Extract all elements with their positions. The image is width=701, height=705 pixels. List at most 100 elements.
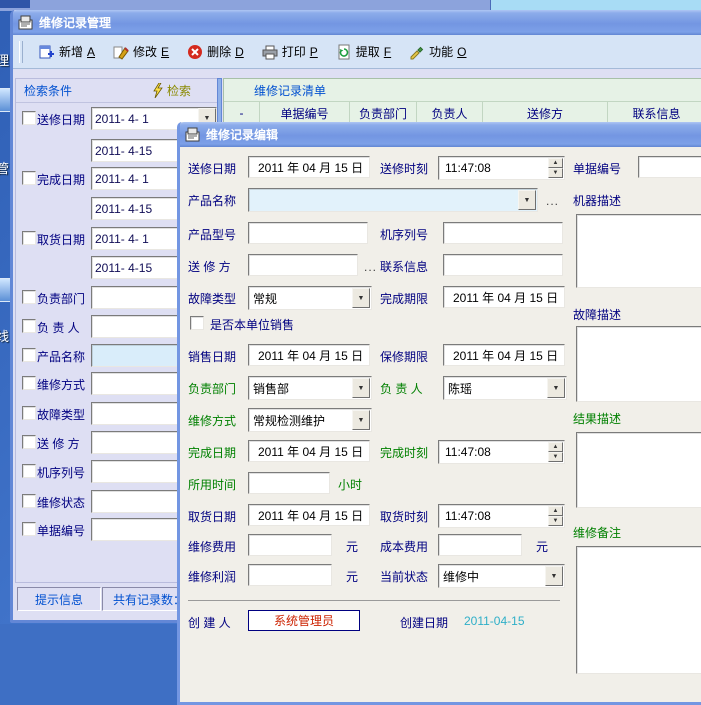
dept-checkbox[interactable]: [22, 290, 36, 304]
function-button-hotkey: O: [457, 45, 466, 59]
machine-desc-textarea[interactable]: [576, 214, 701, 288]
extract-button[interactable]: 提取F: [332, 41, 395, 62]
person-label: 负 责 人: [380, 380, 423, 397]
search-button[interactable]: 检索: [151, 82, 217, 99]
search-panel-header: 检索条件 检索: [16, 79, 217, 103]
warranty-label: 保修期限: [380, 348, 428, 365]
contact-input[interactable]: [443, 254, 563, 276]
add-button[interactable]: 新增A: [35, 41, 99, 62]
extract-icon: [336, 44, 352, 60]
filter-label: 机序列号: [37, 464, 85, 481]
dropdown-arrow-icon[interactable]: ▼: [352, 410, 370, 430]
warranty-input[interactable]: [443, 344, 565, 366]
edit-button[interactable]: 修改E: [109, 41, 173, 62]
repair-profit-input[interactable]: [248, 564, 332, 586]
spin-down-icon[interactable]: ▼: [548, 516, 563, 526]
finish-time-input[interactable]: [439, 441, 547, 463]
filter-label: 送修日期: [37, 111, 85, 128]
finish-date-checkbox[interactable]: [22, 171, 36, 185]
repair-profit-unit: 元: [346, 568, 358, 585]
pickup-date-checkbox[interactable]: [22, 231, 36, 245]
dialog-titlebar[interactable]: 维修记录编辑: [180, 122, 701, 147]
product-model-input[interactable]: [248, 222, 368, 244]
dropdown-arrow-icon[interactable]: ▼: [545, 566, 563, 586]
sender-more-button[interactable]: ...: [364, 260, 377, 274]
spin-up-icon[interactable]: ▲: [548, 506, 563, 516]
dept-label: 负责部门: [188, 380, 236, 397]
column-header-doc-no[interactable]: 单据编号: [260, 102, 350, 124]
repair-status-checkbox[interactable]: [22, 494, 36, 508]
sender-label: 送 修 方: [188, 258, 231, 275]
person-combo[interactable]: 陈瑶 ▼: [443, 376, 567, 400]
spin-up-icon[interactable]: ▲: [548, 158, 563, 168]
filter-label: 单据编号: [37, 522, 85, 539]
doc-no-checkbox[interactable]: [22, 522, 36, 536]
fault-desc-textarea[interactable]: [576, 326, 701, 402]
dropdown-arrow-icon[interactable]: ▼: [518, 190, 536, 210]
column-header-selector[interactable]: -: [224, 102, 260, 124]
sale-date-input[interactable]: [248, 344, 370, 366]
dropdown-arrow-icon[interactable]: ▼: [352, 378, 370, 398]
print-button[interactable]: 打印P: [258, 41, 322, 62]
pickup-date-input[interactable]: [248, 504, 370, 526]
repair-method-combo[interactable]: 常规检测维护 ▼: [248, 408, 372, 432]
dept-combo[interactable]: 销售部 ▼: [248, 376, 372, 400]
send-time-spinner[interactable]: ▲▼: [438, 156, 565, 180]
delete-button[interactable]: 删除D: [183, 41, 248, 62]
time-used-input[interactable]: [248, 472, 330, 494]
repair-fee-input[interactable]: [248, 534, 332, 556]
sold-here-checkbox[interactable]: [190, 316, 204, 330]
column-header-sender[interactable]: 送修方: [483, 102, 608, 124]
status-combo[interactable]: 维修中 ▼: [438, 564, 565, 588]
spin-up-icon[interactable]: ▲: [548, 442, 563, 452]
finish-date-input[interactable]: [248, 440, 370, 462]
doc-no-input[interactable]: [638, 156, 701, 178]
finish-time-spinner[interactable]: ▲▼: [438, 440, 565, 464]
send-date-input[interactable]: [248, 156, 370, 178]
column-header-dept[interactable]: 负责部门: [350, 102, 417, 124]
sender-checkbox[interactable]: [22, 435, 36, 449]
column-header-contact[interactable]: 联系信息: [608, 102, 701, 124]
repair-method-checkbox[interactable]: [22, 376, 36, 390]
dialog-title: 维修记录编辑: [206, 126, 278, 143]
create-date-value: 2011-04-15: [464, 614, 525, 628]
fault-type-checkbox[interactable]: [22, 406, 36, 420]
creator-label: 创 建 人: [188, 614, 231, 631]
spin-down-icon[interactable]: ▼: [548, 168, 563, 178]
toolbar-grip[interactable]: [19, 41, 23, 63]
sender-input[interactable]: [248, 254, 358, 276]
serial-no-checkbox[interactable]: [22, 464, 36, 478]
deadline-input[interactable]: [443, 286, 565, 308]
person-checkbox[interactable]: [22, 319, 36, 333]
time-used-label: 所用时间: [188, 476, 236, 493]
cost-fee-input[interactable]: [438, 534, 522, 556]
fault-desc-label: 故障描述: [573, 306, 621, 323]
column-header-person[interactable]: 负责人: [417, 102, 483, 124]
pickup-time-spinner[interactable]: ▲▼: [438, 504, 565, 528]
dialog-icon: [185, 127, 201, 142]
pickup-time-input[interactable]: [439, 505, 547, 527]
filter-label: 维修方式: [37, 376, 85, 393]
window-titlebar[interactable]: 维修记录管理: [13, 10, 701, 35]
dropdown-arrow-icon[interactable]: ▼: [352, 288, 370, 308]
send-date-checkbox[interactable]: [22, 111, 36, 125]
send-time-input[interactable]: [439, 157, 547, 179]
filter-label: 维修状态: [37, 494, 85, 511]
dropdown-arrow-icon[interactable]: ▼: [547, 378, 565, 398]
product-name-more-button[interactable]: ...: [546, 194, 559, 208]
sold-here-label: 是否本单位销售: [210, 316, 294, 333]
serial-no-label: 机序列号: [380, 226, 428, 243]
serial-no-input[interactable]: [443, 222, 563, 244]
record-count-label: 共有记录数：: [113, 591, 185, 608]
remark-textarea[interactable]: [576, 546, 701, 674]
result-desc-textarea[interactable]: [576, 432, 701, 508]
pickup-date-label: 取货日期: [188, 508, 236, 525]
product-name-combo[interactable]: ▼: [248, 188, 538, 212]
product-name-checkbox[interactable]: [22, 348, 36, 362]
function-button[interactable]: 功能O: [405, 41, 470, 62]
status-label: 当前状态: [380, 568, 428, 585]
fault-type-combo[interactable]: 常规 ▼: [248, 286, 372, 310]
add-button-label: 新增: [59, 43, 83, 60]
send-time-label: 送修时刻: [380, 160, 428, 177]
spin-down-icon[interactable]: ▼: [548, 452, 563, 462]
